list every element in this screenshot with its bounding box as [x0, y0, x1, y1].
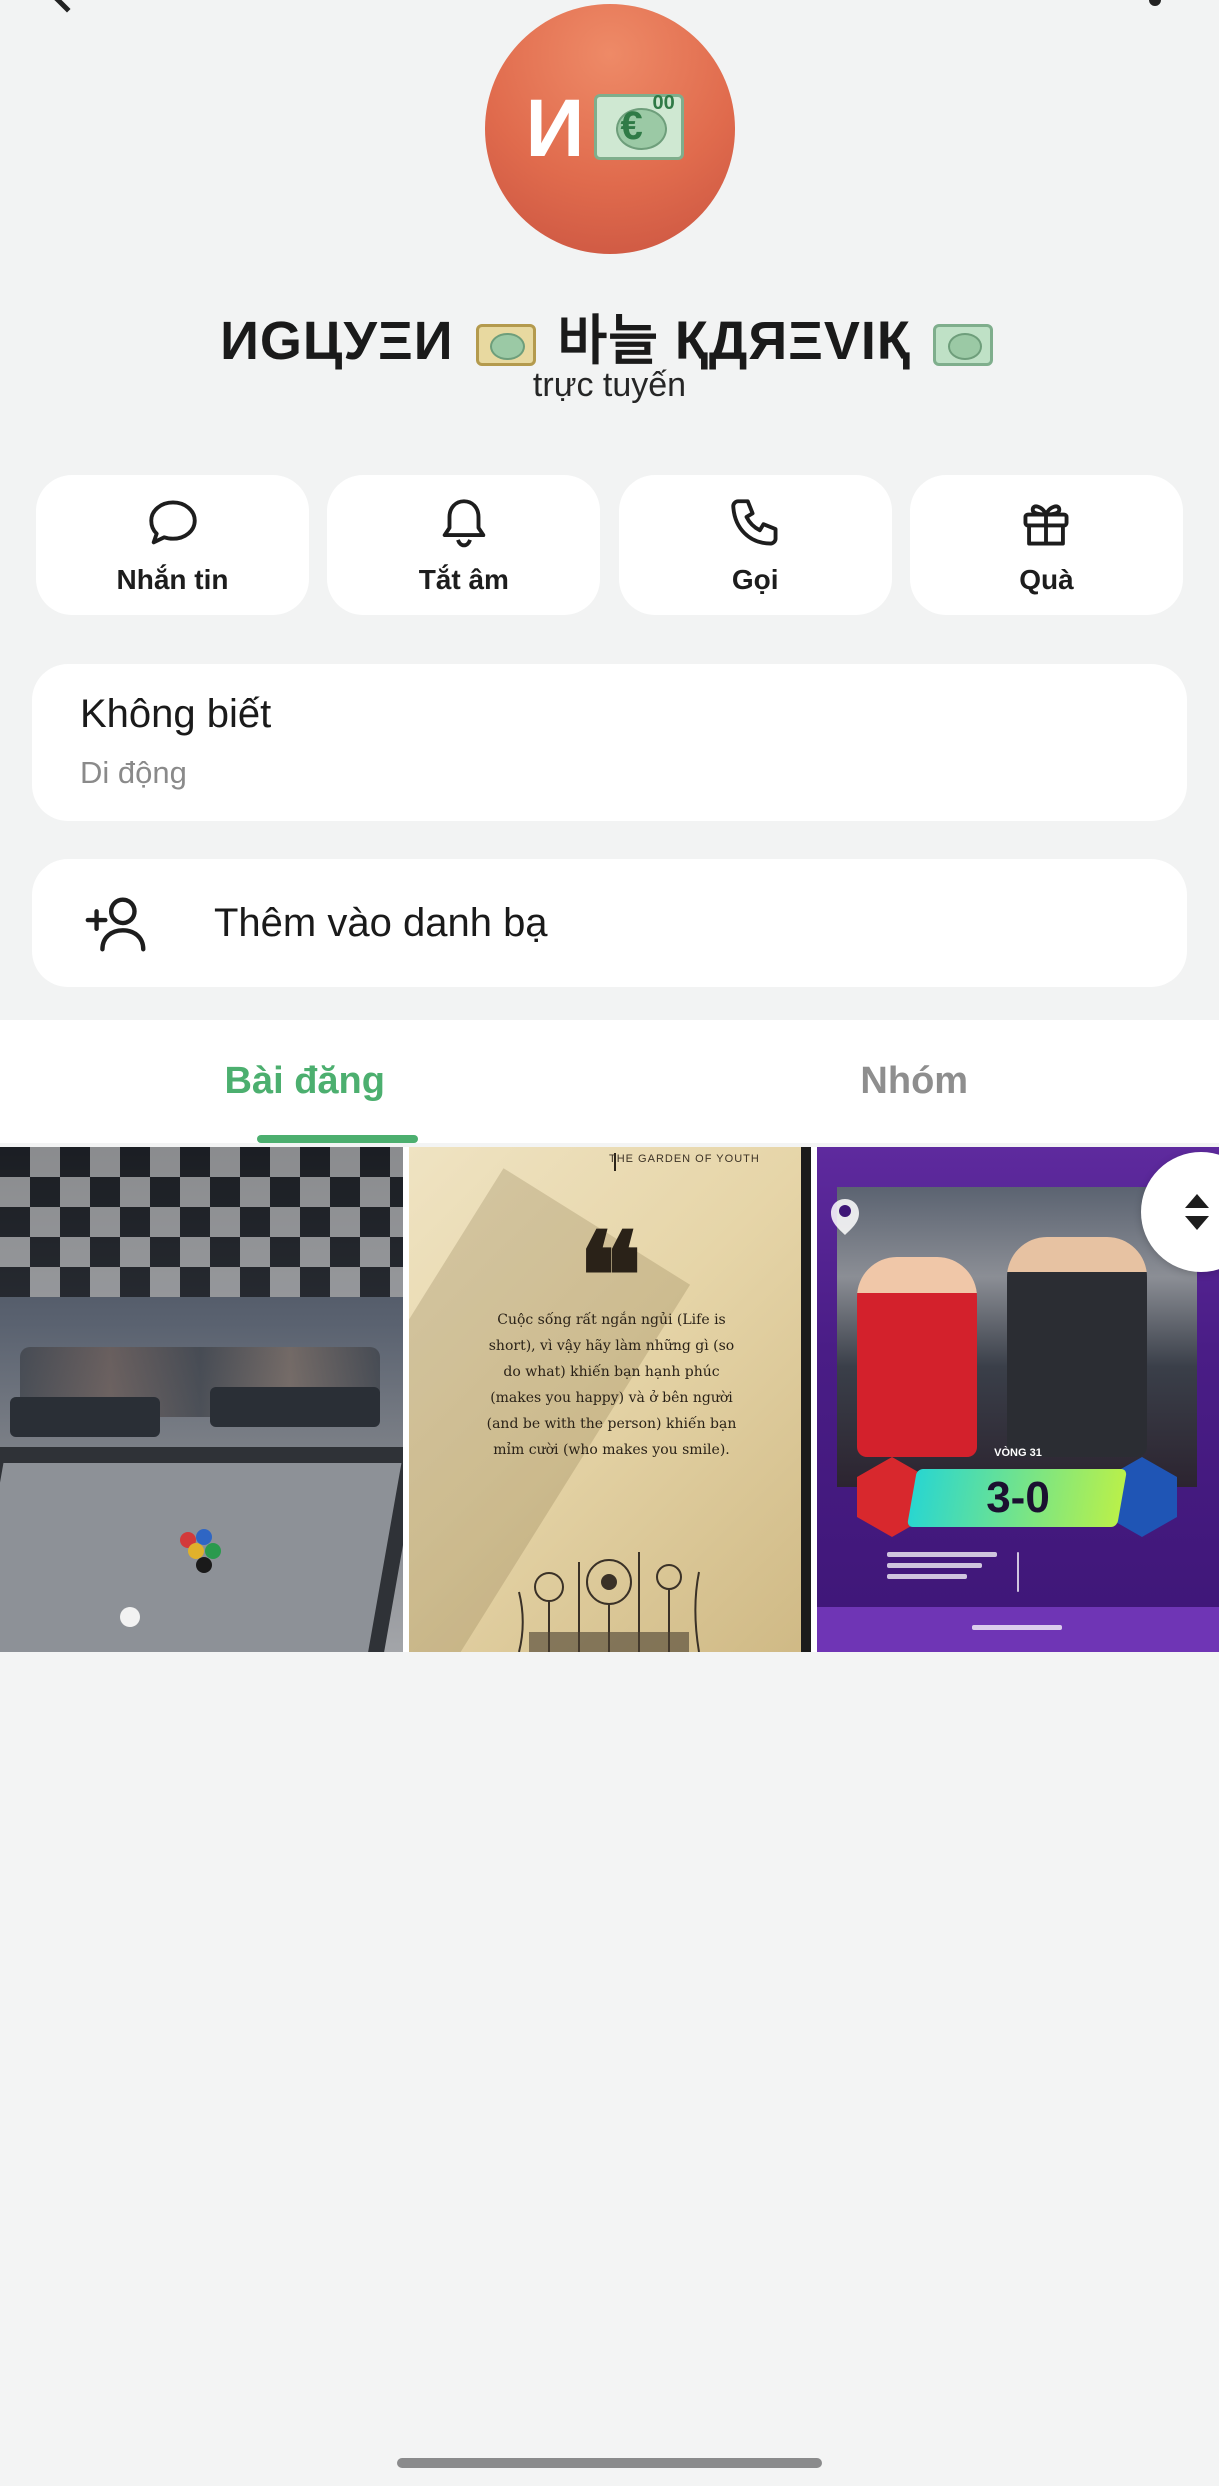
- media-grid: THE GARDEN OF YOUTH ❝ Cuộc sống rất ngắn…: [0, 1147, 1219, 1652]
- phone-icon: [731, 499, 778, 546]
- profile-screen: И € 00 ИGЦУΞИ 바늘 ҚДЯΞVIҚ trực tuyến Nhắn…: [0, 0, 1219, 2486]
- chat-bubble-icon: [148, 500, 197, 545]
- avatar[interactable]: И € 00: [485, 4, 735, 254]
- back-arrow-icon[interactable]: [51, 0, 83, 13]
- quote-book-title: THE GARDEN OF YOUTH: [609, 1153, 760, 1165]
- bell-icon: [442, 499, 486, 548]
- message-button[interactable]: Nhắn tin: [36, 475, 309, 615]
- match-score: 3-0: [986, 1473, 1050, 1522]
- premier-league-logo-icon: [831, 1199, 859, 1235]
- phone-number-value: Không biết: [80, 692, 272, 736]
- home-indicator[interactable]: [397, 2458, 822, 2468]
- profile-name-part-2: 바늘 ҚДЯΞVIҚ: [557, 311, 911, 371]
- player-figure: [857, 1257, 977, 1457]
- more-options-icon[interactable]: [1149, 0, 1161, 6]
- tab-groups[interactable]: Nhóm: [610, 1020, 1219, 1143]
- dollar-banknote-icon: [475, 323, 536, 366]
- add-contact-label: Thêm vào danh bạ: [214, 900, 548, 945]
- avatar-initial: И: [525, 83, 585, 174]
- media-thumbnail-quote[interactable]: THE GARDEN OF YOUTH ❝ Cuộc sống rất ngắn…: [409, 1147, 811, 1652]
- profile-name-part-1: ИGЦУΞИ: [220, 311, 454, 371]
- manager-figure: [1007, 1237, 1147, 1457]
- content-section: Bài đăng Nhóm THE GARDEN OF YOUTH ❝ Cuộc…: [0, 1020, 1219, 2486]
- add-person-icon: [85, 897, 146, 952]
- quote-text: Cuộc sống rất ngắn ngủi (Life is short),…: [486, 1312, 737, 1458]
- action-bar: Nhắn tin Tắt âm Gọi Quà: [36, 475, 1183, 615]
- tab-bar: Bài đăng Nhóm: [0, 1020, 1219, 1143]
- gift-icon: [1024, 504, 1069, 546]
- money-emoji-icon: € 00: [586, 86, 694, 172]
- tab-posts[interactable]: Bài đăng: [0, 1020, 610, 1143]
- gift-button-label: Quà: [1019, 564, 1074, 595]
- flowers-illustration-icon: [518, 1552, 700, 1652]
- message-button-label: Nhắn tin: [116, 564, 229, 595]
- mute-button-label: Tắt âm: [418, 564, 509, 595]
- call-button[interactable]: Gọi: [618, 475, 892, 615]
- active-tab-indicator: [257, 1135, 418, 1143]
- euro-banknote-icon: [932, 323, 993, 366]
- online-status: trực tuyến: [532, 366, 687, 404]
- round-label: VÒNG 31: [994, 1447, 1042, 1459]
- phone-number-label: Di động: [80, 755, 187, 790]
- call-button-label: Gọi: [731, 564, 779, 595]
- gift-button[interactable]: Quà: [909, 475, 1183, 615]
- add-contact-button[interactable]: Thêm vào danh bạ: [32, 859, 1187, 987]
- profile-name: ИGЦУΞИ 바늘 ҚДЯΞVIҚ: [0, 296, 1219, 375]
- phone-info-card[interactable]: Không biết Di động: [32, 664, 1187, 821]
- mute-button[interactable]: Tắt âm: [327, 475, 601, 615]
- media-thumbnail-billiards[interactable]: [0, 1147, 403, 1652]
- sort-arrows-icon: [1185, 1194, 1209, 1230]
